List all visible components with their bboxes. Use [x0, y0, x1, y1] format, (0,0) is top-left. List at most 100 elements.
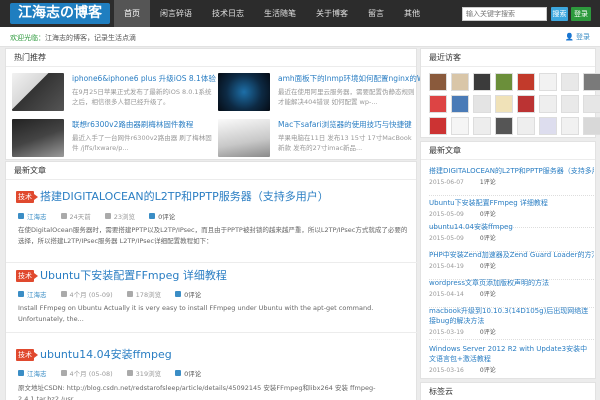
- newest-post-item[interactable]: Windows Server 2012 R2 with Update3安装中文语…: [429, 344, 594, 378]
- article-meta: 江海志 4个月 (05-09) 178浏览 0评论: [18, 289, 211, 299]
- visitor-avatar[interactable]: [429, 73, 447, 91]
- article-author[interactable]: 江海志: [27, 289, 47, 299]
- newest-post-title[interactable]: ubuntu14.04安装ffmpeg: [429, 222, 594, 232]
- newest-post-item[interactable]: 搭建DIGITALOCEAN的L2TP和PPTP服务器（支持多用户） 2015-…: [429, 166, 594, 196]
- article-excerpt: Install FFmpeg on Ubuntu Actually it is …: [18, 304, 374, 323]
- newest-post-date: 2015-04-19: [429, 263, 464, 270]
- newest-post-date: 2015-05-09: [429, 211, 464, 218]
- category-badge[interactable]: 技术: [16, 191, 38, 203]
- visitor-avatar[interactable]: [451, 95, 469, 113]
- newest-post-item[interactable]: ubuntu14.04安装ffmpeg 2015-05-09 0评论: [429, 222, 594, 252]
- newest-post-meta: 2015-05-09 0评论: [429, 209, 594, 218]
- category-badge[interactable]: 技术: [16, 270, 38, 282]
- visitor-avatar[interactable]: [583, 117, 600, 135]
- visitor-avatar[interactable]: [539, 73, 557, 91]
- article-title[interactable]: 搭建DIGITALOCEAN的L2TP和PPTP服务器（支持多用户）: [40, 188, 329, 204]
- visitor-avatar[interactable]: [561, 73, 579, 91]
- article-title[interactable]: Ubuntu下安装配置FFmpeg 详细教程: [40, 267, 227, 283]
- visitor-avatar[interactable]: [539, 117, 557, 135]
- article-author[interactable]: 江海志: [27, 368, 47, 378]
- eye-icon: [126, 291, 133, 297]
- featured-thumbnail-macbook[interactable]: [218, 119, 270, 157]
- featured-item-title[interactable]: iphone6&iphone6 plus 升级iOS 8.1体验: [72, 73, 216, 84]
- user-login-link[interactable]: 👤 登录: [565, 32, 590, 42]
- login-button[interactable]: 登录: [571, 7, 591, 21]
- newest-post-title[interactable]: PHP中安装Zend加速器及Zend Guard Loader的方法: [429, 250, 594, 260]
- visitor-avatar[interactable]: [473, 73, 491, 91]
- featured-item[interactable]: amh面板下的lnmp环境如何配置nginx的WordPress 最近在使用阿里…: [218, 73, 423, 118]
- newest-post-title[interactable]: 搭建DIGITALOCEAN的L2TP和PPTP服务器（支持多用户）: [429, 166, 594, 176]
- latest-title: 最新文章: [6, 162, 416, 180]
- newest-post-item[interactable]: wordpress文章页添加版权声明的方法 2015-04-14 0评论: [429, 278, 594, 308]
- featured-thumbnail-phones[interactable]: [12, 73, 64, 111]
- nav-other[interactable]: 其他: [394, 0, 430, 27]
- visitor-avatar[interactable]: [495, 73, 513, 91]
- featured-thumbnail-wordpress[interactable]: [218, 73, 270, 111]
- featured-title: 热门推荐: [6, 49, 416, 67]
- article-comments[interactable]: 0评论: [184, 289, 201, 299]
- visitor-avatar[interactable]: [517, 95, 535, 113]
- article-item: 技术 搭建DIGITALOCEAN的L2TP和PPTP服务器（支持多用户） 江海…: [6, 181, 422, 263]
- article-author[interactable]: 江海志: [27, 211, 47, 221]
- featured-item[interactable]: 联想r6300v2路由器刷梅林固件教程 最近入手了一台网件r6300v2路由器 …: [12, 119, 217, 164]
- newest-post-item[interactable]: macbook升级到10.10.3(14D105g)后出现网络连接bug的解决方…: [429, 306, 594, 340]
- nav-essays[interactable]: 闲言碎语: [150, 0, 202, 27]
- newest-post-item[interactable]: PHP中安装Zend加速器及Zend Guard Loader的方法 2015-…: [429, 250, 594, 280]
- visitor-avatar[interactable]: [429, 117, 447, 135]
- visitor-avatar[interactable]: [473, 117, 491, 135]
- article-views: 178浏览: [135, 291, 162, 299]
- featured-thumbnail-router[interactable]: [12, 119, 64, 157]
- notice-bar: 欢迎光临：江海志的博客，记录生活点滴 👤 登录: [0, 27, 600, 47]
- article-comments[interactable]: 0评论: [158, 211, 175, 221]
- notice-message: 江海志的博客，记录生活点滴: [45, 34, 136, 42]
- nav-home[interactable]: 首页: [114, 0, 150, 27]
- category-badge[interactable]: 技术: [16, 349, 38, 361]
- clock-icon: [60, 291, 67, 297]
- newest-post-title[interactable]: wordpress文章页添加版权声明的方法: [429, 278, 594, 288]
- user-login-label: 登录: [576, 33, 590, 41]
- clock-icon: [60, 213, 67, 219]
- article-title[interactable]: ubuntu14.04安装ffmpeg: [40, 346, 172, 362]
- visitor-avatar[interactable]: [429, 95, 447, 113]
- nav-about[interactable]: 关于博客: [306, 0, 358, 27]
- visitor-avatar[interactable]: [583, 95, 600, 113]
- featured-item[interactable]: Mac下safari浏览器的使用技巧与快捷键 苹果电脑在11日 发布13 15寸…: [218, 119, 423, 164]
- visitor-avatar[interactable]: [561, 117, 579, 135]
- author-icon: [18, 291, 24, 297]
- visitor-avatar[interactable]: [473, 95, 491, 113]
- visitor-avatar[interactable]: [517, 73, 535, 91]
- visitor-avatar[interactable]: [517, 117, 535, 135]
- author-icon: [18, 213, 24, 219]
- newest-post-title[interactable]: Ubuntu下安装配置FFmpeg 详细教程: [429, 198, 594, 208]
- article-views: 23浏览: [113, 213, 136, 221]
- search-button[interactable]: 搜索: [551, 7, 568, 21]
- main-nav: 首页 闲言碎语 技术日志 生活随笔 关于博客 留言 其他: [114, 0, 430, 27]
- featured-item-title[interactable]: 联想r6300v2路由器刷梅林固件教程: [72, 119, 216, 130]
- nav-tech[interactable]: 技术日志: [202, 0, 254, 27]
- article-date: 4个月 (05-09): [69, 291, 113, 299]
- newest-post-comments: 0评论: [479, 211, 496, 218]
- article-comments[interactable]: 0评论: [184, 368, 201, 378]
- author-icon: [18, 370, 24, 376]
- newest-post-meta: 2015-03-16 0评论: [429, 365, 594, 374]
- visitor-avatar[interactable]: [495, 117, 513, 135]
- newest-post-title[interactable]: macbook升级到10.10.3(14D105g)后出现网络连接bug的解决方…: [429, 306, 594, 326]
- featured-item-title[interactable]: amh面板下的lnmp环境如何配置nginx的WordPress: [278, 73, 422, 84]
- visitor-avatar[interactable]: [539, 95, 557, 113]
- featured-item[interactable]: iphone6&iphone6 plus 升级iOS 8.1体验 在9月25日苹…: [12, 73, 217, 118]
- featured-item-title[interactable]: Mac下safari浏览器的使用技巧与快捷键: [278, 119, 422, 130]
- search-input[interactable]: [462, 7, 547, 21]
- nav-guestbook[interactable]: 留言: [358, 0, 394, 27]
- nav-life[interactable]: 生活随笔: [254, 0, 306, 27]
- newest-post-date: 2015-06-07: [429, 179, 464, 186]
- visitor-avatar[interactable]: [495, 95, 513, 113]
- newest-post-date: 2015-03-19: [429, 329, 464, 336]
- visitor-avatar[interactable]: [583, 73, 600, 91]
- visitor-avatar[interactable]: [451, 73, 469, 91]
- newest-post-title[interactable]: Windows Server 2012 R2 with Update3安装中文语…: [429, 344, 594, 364]
- visitor-avatar[interactable]: [451, 117, 469, 135]
- visitor-avatar[interactable]: [561, 95, 579, 113]
- site-logo[interactable]: 江海志の博客: [10, 3, 110, 24]
- newest-post-meta: 2015-04-14 0评论: [429, 289, 594, 298]
- article-meta: 江海志 24天前 23浏览 0评论: [18, 211, 185, 221]
